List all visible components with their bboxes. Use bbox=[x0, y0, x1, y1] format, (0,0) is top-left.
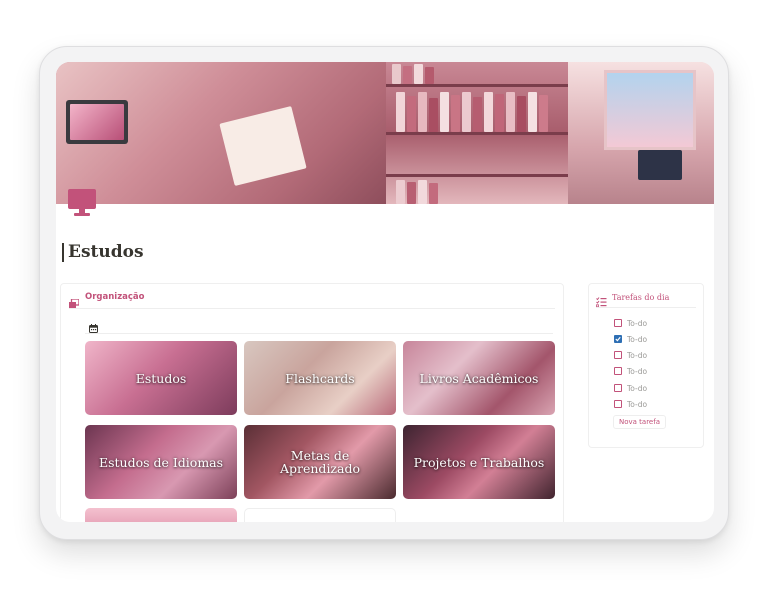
cover-book bbox=[451, 95, 460, 132]
cover-book bbox=[414, 64, 423, 84]
cover-book bbox=[403, 66, 412, 84]
tasks-title[interactable]: Tarefas do dia bbox=[612, 293, 669, 302]
cover-book bbox=[440, 92, 449, 132]
todo-label[interactable]: To-do bbox=[627, 335, 647, 344]
todo-checkbox[interactable] bbox=[614, 319, 622, 327]
card-title: Metas de Aprendizado bbox=[279, 448, 361, 476]
cover-book bbox=[418, 180, 427, 204]
cover-book bbox=[429, 98, 438, 132]
card-title: Projetos e Trabalhos bbox=[413, 454, 545, 470]
cover-book bbox=[396, 92, 405, 132]
tasks-block: Tarefas do dia To-do To-do To-do To-do T… bbox=[588, 283, 704, 448]
cover-book bbox=[539, 95, 548, 132]
calendar-icon[interactable] bbox=[89, 318, 98, 333]
gallery-card-projetos-e-trabalhos[interactable]: Projetos e Trabalhos bbox=[403, 425, 555, 499]
organization-title[interactable]: Organização bbox=[85, 292, 145, 302]
card-title: Livros Acadêmicos bbox=[419, 370, 539, 386]
todo-label[interactable]: To-do bbox=[627, 319, 647, 328]
divider bbox=[85, 333, 553, 334]
divider bbox=[596, 307, 696, 308]
todo-label[interactable]: To-do bbox=[627, 400, 647, 409]
page-title[interactable]: Estudos bbox=[62, 243, 144, 262]
todo-label[interactable]: To-do bbox=[627, 367, 647, 376]
cover-book bbox=[425, 67, 434, 84]
gallery-card-partial[interactable] bbox=[244, 508, 396, 522]
gallery-card-estudos-de-idiomas[interactable]: Estudos de Idiomas bbox=[85, 425, 237, 499]
cover-book bbox=[495, 94, 504, 132]
tasks-header: Tarefas do dia bbox=[596, 292, 669, 308]
cover-book bbox=[407, 182, 416, 204]
cover-book bbox=[392, 64, 401, 84]
cover-window bbox=[604, 70, 696, 150]
cover-book bbox=[517, 96, 526, 132]
gallery-card-flashcards[interactable]: Flashcards bbox=[244, 341, 396, 415]
cover-book bbox=[528, 92, 537, 132]
card-title: Estudos de Idiomas bbox=[98, 454, 224, 470]
todo-checkbox-checked[interactable] bbox=[614, 335, 622, 343]
todo-item[interactable]: To-do bbox=[614, 333, 647, 345]
organization-header: Organização bbox=[69, 292, 145, 308]
todo-checkbox[interactable] bbox=[614, 384, 622, 392]
divider bbox=[69, 308, 555, 309]
gallery-card-metas-de-aprendizado[interactable]: Metas de Aprendizado bbox=[244, 425, 396, 499]
todo-item[interactable]: To-do bbox=[614, 365, 647, 377]
todo-item[interactable]: To-do bbox=[614, 398, 647, 410]
organization-block: Organização Estudos Flashcards Livros Ac… bbox=[60, 283, 564, 522]
todo-label[interactable]: To-do bbox=[627, 351, 647, 360]
gallery-card-livros-academicos[interactable]: Livros Acadêmicos bbox=[403, 341, 555, 415]
todo-label[interactable]: To-do bbox=[627, 384, 647, 393]
stack-icon bbox=[69, 293, 80, 308]
cover-shelf bbox=[386, 84, 568, 87]
cover-book bbox=[396, 180, 405, 204]
todo-item[interactable]: To-do bbox=[614, 349, 647, 361]
card-title: Flashcards bbox=[285, 370, 355, 386]
cover-laptop bbox=[66, 100, 128, 144]
cover-book bbox=[407, 96, 416, 132]
gallery-card-partial[interactable] bbox=[85, 508, 237, 522]
cover-book bbox=[462, 92, 471, 132]
cover-shelf bbox=[386, 132, 568, 135]
new-task-button[interactable]: Nova tarefa bbox=[613, 415, 666, 429]
cover-book bbox=[473, 97, 482, 132]
cover-book bbox=[418, 92, 427, 132]
cover-book bbox=[484, 92, 493, 132]
page-cover-image[interactable] bbox=[56, 62, 714, 204]
monitor-icon[interactable] bbox=[66, 186, 98, 218]
cover-book bbox=[506, 92, 515, 132]
todo-checkbox[interactable] bbox=[614, 351, 622, 359]
todo-checkbox[interactable] bbox=[614, 367, 622, 375]
checklist-icon bbox=[596, 292, 607, 308]
card-title: Estudos bbox=[135, 370, 187, 386]
check-icon bbox=[615, 336, 621, 342]
todo-item[interactable]: To-do bbox=[614, 382, 647, 394]
todo-item[interactable]: To-do bbox=[614, 317, 647, 329]
cover-laptop-2 bbox=[638, 150, 682, 180]
notion-page: Estudos Organização Estudos Flashcards L… bbox=[56, 62, 714, 522]
todo-checkbox[interactable] bbox=[614, 400, 622, 408]
gallery-card-estudos[interactable]: Estudos bbox=[85, 341, 237, 415]
cover-book bbox=[429, 183, 438, 204]
cover-shelf bbox=[386, 174, 568, 177]
